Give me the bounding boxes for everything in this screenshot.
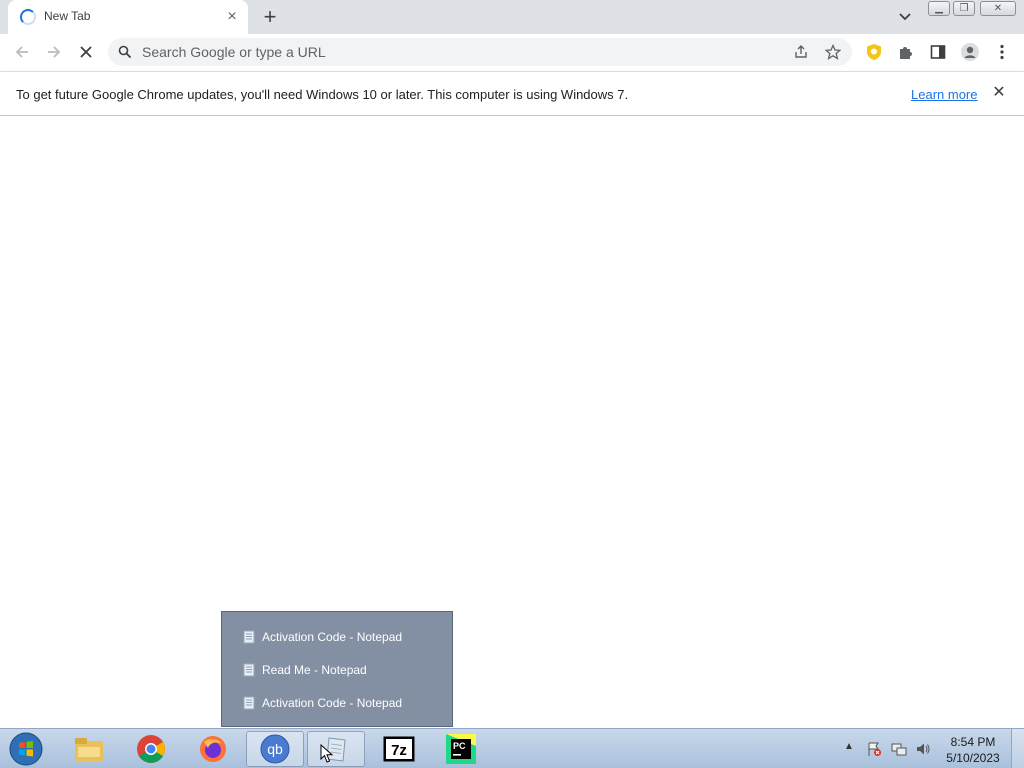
clock-time: 8:54 PM xyxy=(950,735,996,749)
notepad-icon xyxy=(243,630,255,644)
infobar-close-icon[interactable]: ✕ xyxy=(990,84,1008,102)
mouse-cursor-icon xyxy=(320,744,334,763)
extensions-puzzle-icon[interactable] xyxy=(894,40,918,64)
learn-more-link[interactable]: Learn more xyxy=(911,87,977,102)
tab-title: New Tab xyxy=(44,9,91,23)
firefox-icon xyxy=(200,736,226,762)
qbittorrent-label: qb xyxy=(267,741,283,757)
window-list-item[interactable]: Activation Code - Notepad xyxy=(242,693,402,713)
browser-toolbar xyxy=(0,34,1024,71)
page-content xyxy=(0,116,1024,728)
profile-avatar-icon[interactable] xyxy=(958,40,982,64)
tab-strip: New Tab × + ▁ ❐ ✕ xyxy=(0,0,1024,34)
notepad-icon xyxy=(243,663,255,677)
taskbar-notepad[interactable] xyxy=(307,731,365,767)
window-list-item[interactable]: Read Me - Notepad xyxy=(242,660,367,680)
show-hidden-icons-button[interactable]: ▲ xyxy=(844,741,854,752)
show-desktop-button[interactable] xyxy=(1011,729,1024,768)
taskbar-7zip[interactable]: 7z xyxy=(370,731,428,767)
notepad-icon xyxy=(243,696,255,710)
omnibox-input[interactable] xyxy=(142,41,782,63)
loading-spinner-icon xyxy=(20,9,36,25)
qbittorrent-icon: qb xyxy=(260,734,290,764)
folder-icon xyxy=(75,738,103,761)
pycharm-label: PC xyxy=(453,741,466,751)
search-icon xyxy=(118,45,132,59)
taskbar-google-chrome[interactable] xyxy=(122,731,180,767)
update-infobar: To get future Google Chrome updates, you… xyxy=(0,71,1024,116)
window-list-label: Activation Code - Notepad xyxy=(262,696,403,710)
window-list-label: Activation Code - Notepad xyxy=(262,630,403,644)
restore-button[interactable]: ❐ xyxy=(953,1,975,16)
infobar-message: To get future Google Chrome updates, you… xyxy=(16,87,629,102)
chrome-icon xyxy=(137,735,165,763)
bookmark-star-icon[interactable] xyxy=(824,43,842,60)
tab-close-icon[interactable]: × xyxy=(223,8,241,26)
menu-kebab-icon[interactable] xyxy=(990,40,1014,64)
network-icon[interactable] xyxy=(891,741,907,757)
side-panel-icon[interactable] xyxy=(926,40,950,64)
forward-button[interactable] xyxy=(42,40,66,64)
action-center-flag-icon[interactable] xyxy=(866,741,882,757)
7zip-icon: 7z xyxy=(383,736,415,762)
tab-new-tab[interactable]: New Tab × xyxy=(8,0,248,34)
new-tab-button[interactable]: + xyxy=(258,5,282,29)
extension-shield-icon[interactable] xyxy=(862,40,886,64)
taskbar-firefox[interactable] xyxy=(184,731,242,767)
tab-search-chevron-icon[interactable] xyxy=(895,8,915,26)
pycharm-icon: PC xyxy=(446,734,476,764)
close-window-button[interactable]: ✕ xyxy=(980,1,1016,16)
taskbar-qbittorrent[interactable]: qb xyxy=(246,731,304,767)
back-button[interactable] xyxy=(10,40,34,64)
share-icon[interactable] xyxy=(793,44,809,60)
start-button[interactable] xyxy=(6,731,46,767)
system-clock[interactable]: 8:54 PM 5/10/2023 xyxy=(940,734,1006,766)
address-bar[interactable] xyxy=(108,38,852,66)
taskbar-pycharm[interactable]: PC xyxy=(432,731,490,767)
volume-icon[interactable] xyxy=(915,741,931,757)
minimize-button[interactable]: ▁ xyxy=(928,1,950,16)
clock-date: 5/10/2023 xyxy=(946,751,1000,765)
notepad-window-list-popup: Activation Code - Notepad Read Me - Note… xyxy=(221,611,453,727)
window-list-label: Read Me - Notepad xyxy=(262,663,367,677)
7zip-label: 7z xyxy=(391,742,407,759)
windows-taskbar: qb 7z PC ▲ 8:54 PM 5/10/2023 xyxy=(0,728,1024,768)
window-list-item[interactable]: Activation Code - Notepad xyxy=(242,627,402,647)
stop-loading-button[interactable] xyxy=(74,40,98,64)
taskbar-file-explorer[interactable] xyxy=(60,731,118,767)
